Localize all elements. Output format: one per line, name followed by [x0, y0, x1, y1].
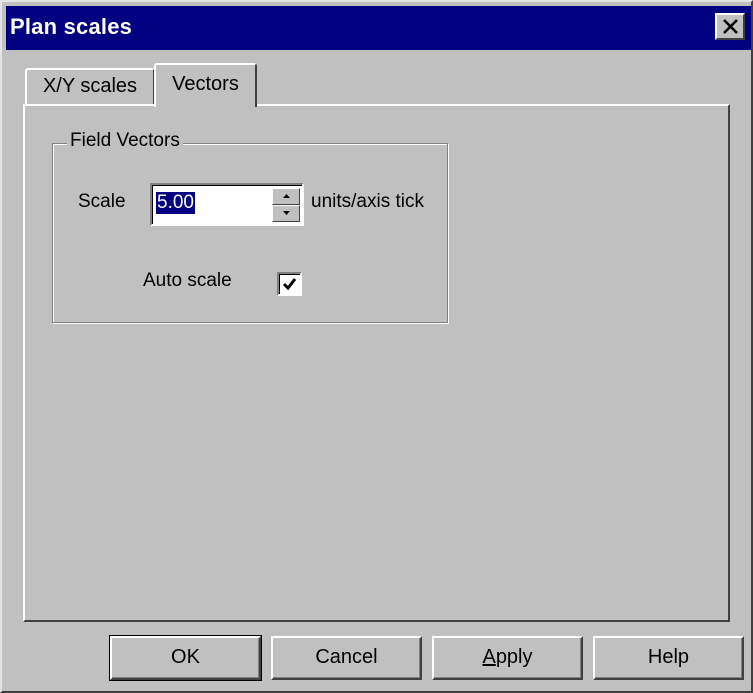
field-vectors-group — [52, 143, 448, 323]
ok-button[interactable]: OK — [109, 635, 262, 681]
apply-label-rest: pply — [495, 646, 533, 668]
scale-input[interactable]: 5.00 — [150, 183, 304, 226]
tab-vectors[interactable]: Vectors — [154, 63, 257, 107]
scale-label: Scale — [78, 191, 126, 212]
close-button[interactable] — [715, 13, 745, 40]
window-title: Plan scales — [10, 14, 133, 39]
apply-button[interactable]: Apply — [432, 636, 583, 680]
tab-xy-scales[interactable]: X/Y scales — [25, 68, 155, 104]
spin-down-button[interactable] — [272, 205, 300, 222]
title-bar[interactable]: Plan scales — [6, 6, 751, 50]
close-icon — [723, 19, 738, 34]
cancel-button[interactable]: Cancel — [271, 636, 422, 680]
spin-up-arrow-icon — [283, 194, 290, 198]
spin-up-button[interactable] — [272, 188, 300, 205]
units-label: units/axis tick — [311, 191, 424, 212]
auto-scale-checkbox[interactable] — [277, 272, 302, 296]
checkmark-icon — [282, 278, 297, 291]
field-vectors-group-label: Field Vectors — [67, 130, 183, 152]
help-button[interactable]: Help — [593, 636, 744, 680]
apply-mnemonic: A — [482, 646, 496, 668]
auto-scale-label: Auto scale — [143, 270, 232, 291]
scale-input-value[interactable]: 5.00 — [156, 192, 195, 214]
spin-down-arrow-icon — [283, 211, 290, 215]
scale-spinner[interactable] — [272, 188, 300, 222]
